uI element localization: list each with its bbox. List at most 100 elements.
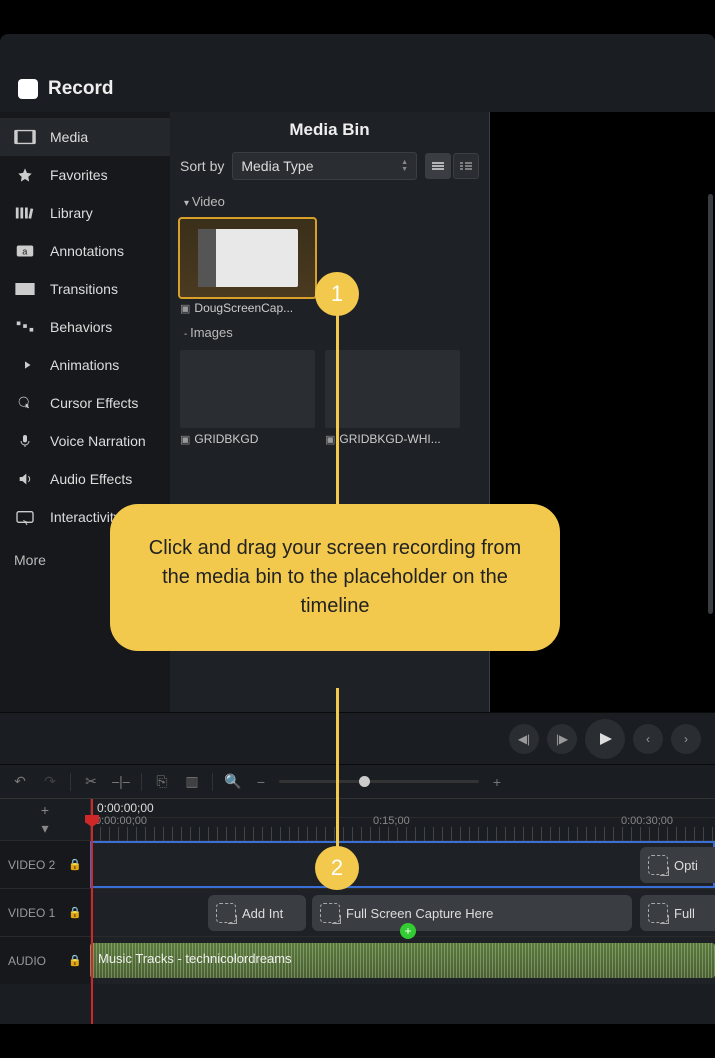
drop-indicator-icon: +	[400, 923, 416, 939]
media-clip-dougscreencap[interactable]: ▣ DougScreenCap...	[180, 219, 315, 315]
track-video1: VIDEO 1🔒 Add Int Full Screen Capture Her…	[0, 888, 715, 936]
sidebar-item-transitions[interactable]: Transitions	[0, 270, 170, 308]
sidebar-label: Cursor Effects	[50, 395, 138, 411]
sort-by-select[interactable]: Media Type ▲▼	[232, 152, 417, 180]
paste-button[interactable]: ▥	[182, 772, 202, 792]
sidebar-item-library[interactable]: Library	[0, 194, 170, 232]
copy-button[interactable]: ⎘	[152, 772, 172, 792]
thumbnail	[325, 350, 460, 428]
sidebar-label: Library	[50, 205, 93, 221]
image-file-icon: ▣	[325, 433, 335, 446]
track-name: AUDIO	[8, 954, 46, 968]
split-button[interactable]: ⎯|⎯	[111, 772, 131, 792]
sidebar-item-annotations[interactable]: a Annotations	[0, 232, 170, 270]
sidebar-item-animations[interactable]: Animations	[0, 346, 170, 384]
tick-label: 0:00:00;00	[95, 815, 147, 827]
transition-icon	[14, 281, 36, 297]
record-label[interactable]: Record	[48, 78, 113, 100]
track-body[interactable]: Opti	[90, 841, 715, 888]
undo-button[interactable]: ↶	[10, 772, 30, 792]
clip-add-intro[interactable]: Add Int	[208, 895, 306, 931]
behaviors-icon	[14, 319, 36, 335]
play-button[interactable]	[585, 719, 625, 759]
library-icon	[14, 205, 36, 221]
clip-label: Full Screen Capture Here	[346, 906, 493, 921]
sidebar-label: Audio Effects	[50, 471, 132, 487]
sidebar-label: Behaviors	[50, 319, 112, 335]
clip-name: DougScreenCap...	[194, 301, 293, 315]
track-name: VIDEO 2	[8, 858, 55, 872]
lock-icon[interactable]: 🔒	[68, 954, 82, 967]
sidebar-item-behaviors[interactable]: Behaviors	[0, 308, 170, 346]
record-bar: Record	[0, 70, 715, 112]
callout-connector	[336, 688, 339, 848]
media-icon	[14, 129, 36, 145]
step-forward-button[interactable]: ›	[671, 724, 701, 754]
sidebar-label: Interactivity	[50, 509, 121, 525]
expand-track-button[interactable]: ▾	[41, 820, 48, 837]
placeholder-icon	[216, 903, 236, 923]
sidebar-label: Animations	[50, 357, 119, 373]
media-image-gridbkgd[interactable]: ▣ GRIDBKGD	[180, 350, 315, 446]
record-icon[interactable]	[18, 79, 38, 99]
track-body[interactable]: Add Int Full Screen Capture Here Full +	[90, 889, 715, 936]
track-body[interactable]: Music Tracks - technicolordreams	[90, 937, 715, 984]
tick-label: 0:15;00	[373, 815, 410, 827]
media-image-gridbkgd-white[interactable]: ▣GRIDBKGD-WHI...	[325, 350, 460, 446]
image-file-icon: ▣	[180, 433, 190, 446]
sidebar-label: Annotations	[50, 243, 124, 259]
prev-frame-button[interactable]: ◀|	[509, 724, 539, 754]
callout-connector	[336, 314, 339, 506]
audio-clip[interactable]: Music Tracks - technicolordreams	[90, 943, 715, 978]
clip-optional[interactable]: Opti	[640, 847, 715, 883]
separator	[212, 773, 213, 791]
sort-by-label: Sort by	[180, 158, 224, 174]
timeline-header: + ▾ 0:00:00;00 0:00:00;00 0:15;00 0:00:3…	[0, 798, 715, 840]
view-grid-button[interactable]	[425, 153, 451, 179]
step-back-button[interactable]: ‹	[633, 724, 663, 754]
zoom-out-button[interactable]: −	[251, 772, 271, 792]
zoom-in-button[interactable]: +	[487, 772, 507, 792]
playhead[interactable]	[91, 799, 93, 1024]
mic-icon	[14, 433, 36, 449]
sidebar-label: Voice Narration	[50, 433, 146, 449]
star-icon	[14, 167, 36, 183]
image-name: GRIDBKGD	[194, 432, 258, 446]
track-controls: + ▾	[0, 799, 90, 840]
clip-full-screen-capture[interactable]: Full Screen Capture Here	[312, 895, 632, 931]
sidebar-item-media[interactable]: Media	[0, 118, 170, 156]
step-badge-2: 2	[315, 846, 359, 890]
video-file-icon: ▣	[180, 302, 190, 315]
tick-label: 0:00:30;00	[621, 815, 673, 827]
zoom-slider[interactable]	[279, 780, 479, 783]
placeholder-icon	[648, 903, 668, 923]
lock-icon[interactable]: 🔒	[68, 858, 82, 871]
scrollbar[interactable]	[708, 194, 713, 614]
clip-label: Full	[674, 906, 695, 921]
clip-full[interactable]: Full	[640, 895, 715, 931]
sidebar-label: Media	[50, 129, 88, 145]
stepper-icon: ▲▼	[401, 159, 408, 173]
timeline-toolbar: ↶ ↷ ✂ ⎯|⎯ ⎘ ▥ 🔍 − +	[0, 764, 715, 798]
separator	[70, 773, 71, 791]
add-track-button[interactable]: +	[41, 802, 49, 818]
view-list-button[interactable]	[453, 153, 479, 179]
sidebar-label: Favorites	[50, 167, 108, 183]
redo-button[interactable]: ↷	[40, 772, 60, 792]
lock-icon[interactable]: 🔒	[68, 906, 82, 919]
time-ruler[interactable]: 0:00:00;00 0:00:00;00 0:15;00 0:00:30;00	[90, 799, 715, 840]
section-video[interactable]: Video	[170, 188, 489, 215]
step-badge-1: 1	[315, 272, 359, 316]
sidebar-item-cursor[interactable]: Cursor Effects	[0, 384, 170, 422]
speaker-icon	[14, 471, 36, 487]
sidebar-item-voice[interactable]: Voice Narration	[0, 422, 170, 460]
animations-icon	[14, 357, 36, 373]
next-frame-button[interactable]: |▶	[547, 724, 577, 754]
sidebar-item-audio[interactable]: Audio Effects	[0, 460, 170, 498]
sidebar-item-favorites[interactable]: Favorites	[0, 156, 170, 194]
preview-controls: ◀| |▶ ‹ ›	[0, 712, 715, 764]
section-images[interactable]: Images	[170, 319, 489, 346]
cut-button[interactable]: ✂	[81, 772, 101, 792]
tutorial-callout: Click and drag your screen recording fro…	[110, 504, 560, 651]
timecode-main: 0:00:00;00	[97, 801, 154, 815]
